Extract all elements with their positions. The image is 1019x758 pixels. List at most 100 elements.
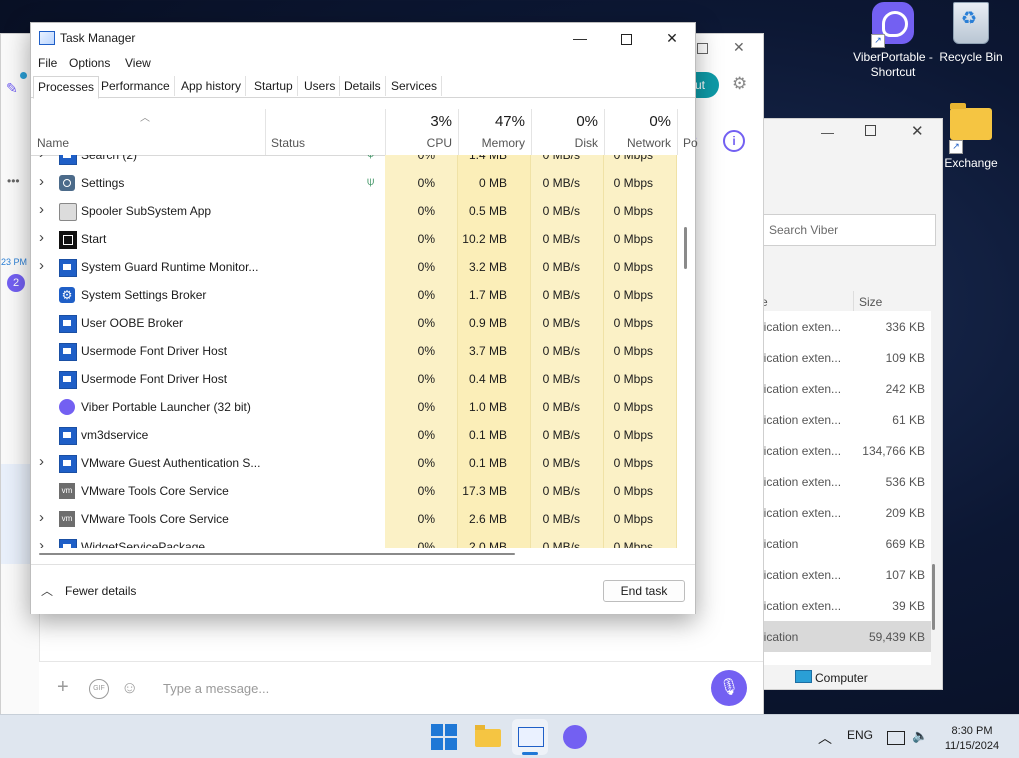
- menu-options[interactable]: Options: [69, 56, 110, 70]
- message-input[interactable]: Type a message...: [163, 681, 269, 696]
- chevron-right-icon[interactable]: ›: [39, 537, 44, 548]
- chevron-right-icon[interactable]: ›: [39, 509, 44, 526]
- tab-users[interactable]: Users: [300, 76, 341, 96]
- table-row[interactable]: ⚙ System Settings Broker 0% 1.7 MB 0 MB/s 0 M…: [31, 281, 677, 309]
- clock[interactable]: 8:30 PM 11/15/2024: [936, 724, 1008, 754]
- desktop-icon-recycle-bin[interactable]: Recycle Bin: [931, 2, 1011, 65]
- table-row[interactable]: › Spooler SubSystem App 0% 0.5 MB 0 MB/s 0 Mb…: [31, 197, 677, 225]
- column-header-disk[interactable]: 0% Disk: [531, 109, 605, 155]
- list-item[interactable]: lication exten... 61 KB: [761, 404, 931, 435]
- menu-file[interactable]: File: [38, 56, 57, 70]
- table-row[interactable]: vm3dservice 0% 0.1 MB 0 MB/s 0 Mbps: [31, 421, 677, 449]
- list-item[interactable]: lication exten... 107 KB: [761, 559, 931, 590]
- maximize-icon[interactable]: [865, 125, 876, 136]
- column-header-cpu[interactable]: 3% CPU: [385, 109, 459, 155]
- column-header-memory[interactable]: 47% Memory: [458, 109, 532, 155]
- desktop-icon-viber-shortcut[interactable]: ↗ ViberPortable - Shortcut: [853, 2, 933, 80]
- list-item[interactable]: lication exten... 336 KB: [761, 311, 931, 342]
- cell-disk: 0 MB/s: [542, 456, 580, 470]
- close-icon[interactable]: ✕: [733, 39, 745, 56]
- desktop-icon-exchange[interactable]: ↗ Exchange: [931, 100, 1011, 171]
- close-button[interactable]: ✕: [649, 23, 695, 53]
- column-header-power[interactable]: Po: [677, 109, 698, 155]
- language-indicator[interactable]: ENG: [847, 728, 873, 742]
- microphone-button[interactable]: 🎙: [711, 670, 747, 706]
- chevron-right-icon[interactable]: ›: [39, 257, 44, 274]
- scroll-thumb[interactable]: [684, 227, 687, 269]
- fewer-details-link[interactable]: Fewer details: [65, 584, 136, 598]
- tab-startup[interactable]: Startup: [250, 76, 298, 96]
- info-icon[interactable]: i: [723, 130, 745, 152]
- vertical-scrollbar[interactable]: [677, 155, 695, 548]
- cell-mem: 0.9 MB: [468, 316, 507, 330]
- list-item[interactable]: lication exten... 134,766 KB: [761, 435, 931, 466]
- tab-details[interactable]: Details: [340, 76, 386, 96]
- compose-icon[interactable]: ✎: [6, 80, 22, 96]
- list-item[interactable]: lication exten... 536 KB: [761, 466, 931, 497]
- list-item[interactable]: lication exten... 39 KB: [761, 590, 931, 621]
- list-item-selected[interactable]: lication 59,439 KB: [761, 621, 931, 652]
- column-header-status[interactable]: Status: [265, 109, 386, 155]
- column-header-size[interactable]: Size: [859, 295, 882, 309]
- nav-item-computer[interactable]: Computer: [815, 671, 868, 685]
- table-row[interactable]: › vm VMware Tools Core Service 0% 2.6 MB 0 MB…: [31, 505, 677, 533]
- column-header-network[interactable]: 0% Network: [604, 109, 678, 155]
- chevron-right-icon[interactable]: ›: [39, 173, 44, 190]
- table-row[interactable]: › WidgetServicePackage 0% 2.0 MB 0 MB/s 0 Mbp…: [31, 533, 677, 548]
- list-item[interactable]: lication exten... 209 KB: [761, 497, 931, 528]
- chevron-right-icon[interactable]: ›: [39, 201, 44, 218]
- chevron-up-icon[interactable]: ︿: [818, 728, 832, 748]
- chevron-right-icon[interactable]: ›: [39, 229, 44, 246]
- tab-processes[interactable]: Processes: [33, 76, 100, 99]
- add-icon[interactable]: +: [57, 676, 69, 699]
- list-item[interactable]: lication 669 KB: [761, 528, 931, 559]
- gif-icon[interactable]: GIF: [89, 679, 109, 699]
- restore-icon[interactable]: [697, 43, 708, 54]
- cell-mem: 1.7 MB: [468, 288, 507, 302]
- minimize-button[interactable]: —: [557, 23, 603, 53]
- table-row[interactable]: › System Guard Runtime Monitor... 0% 3.2 MB…: [31, 253, 677, 281]
- table-row[interactable]: › Search (2) ⍦ 0% 1.4 MB 0 MB/s 0 Mbps: [31, 155, 677, 169]
- chevron-right-icon[interactable]: ›: [39, 453, 44, 470]
- close-icon[interactable]: ✕: [911, 122, 924, 140]
- table-row[interactable]: vm VMware Tools Core Service 0% 17.3 MB 0 MB…: [31, 477, 677, 505]
- sticker-icon[interactable]: ☺: [121, 678, 138, 698]
- windows-start-icon[interactable]: [430, 723, 458, 751]
- list-item[interactable]: lication exten... 109 KB: [761, 342, 931, 373]
- tab-performance[interactable]: Performance: [97, 76, 175, 96]
- chevron-right-icon[interactable]: ›: [39, 155, 44, 162]
- scroll-thumb[interactable]: [39, 553, 515, 555]
- table-row[interactable]: Viber Portable Launcher (32 bit) 0% 1.0 MB…: [31, 393, 677, 421]
- maximize-button[interactable]: [603, 23, 649, 53]
- tab-app-history[interactable]: App history: [177, 76, 247, 96]
- cell-disk: 0 MB/s: [542, 204, 580, 218]
- horizontal-scrollbar[interactable]: [31, 548, 677, 560]
- minimize-icon[interactable]: —: [821, 125, 834, 140]
- process-name: Spooler SubSystem App: [81, 204, 212, 218]
- viber-taskbar-icon[interactable]: [561, 723, 589, 751]
- task-manager-window[interactable]: Task Manager — ✕ File Options View Proce…: [30, 22, 698, 614]
- table-row[interactable]: Usermode Font Driver Host 0% 0.4 MB 0 MB/s 0…: [31, 365, 677, 393]
- tab-services[interactable]: Services: [387, 76, 443, 96]
- table-row[interactable]: › Settings ⍦ 0% 0 MB 0 MB/s 0 Mbps: [31, 169, 677, 197]
- end-task-button[interactable]: End task: [603, 580, 685, 602]
- list-item[interactable]: lication exten... 242 KB: [761, 373, 931, 404]
- table-row[interactable]: User OOBE Broker 0% 0.9 MB 0 MB/s 0 Mbps: [31, 309, 677, 337]
- menu-view[interactable]: View: [125, 56, 151, 70]
- title-bar[interactable]: Task Manager — ✕: [31, 23, 695, 53]
- gear-icon[interactable]: ⚙: [732, 74, 747, 94]
- cell-cpu: 0%: [417, 456, 435, 470]
- table-row[interactable]: › Start 0% 10.2 MB 0 MB/s 0 Mbps: [31, 225, 677, 253]
- table-row[interactable]: Usermode Font Driver Host 0% 3.7 MB 0 MB/s 0…: [31, 337, 677, 365]
- network-icon[interactable]: [887, 731, 905, 745]
- task-manager-taskbar-icon[interactable]: [512, 719, 548, 755]
- file-explorer-icon[interactable]: [474, 723, 502, 751]
- volume-icon[interactable]: 🔈: [912, 728, 928, 744]
- more-icon[interactable]: •••: [7, 174, 20, 188]
- chevron-up-icon[interactable]: ︿: [41, 582, 53, 599]
- table-row[interactable]: › VMware Guest Authentication S... 0% 0.1 M…: [31, 449, 677, 477]
- search-input[interactable]: Search Viber: [762, 214, 936, 246]
- column-header-name[interactable]: ︿ Name: [31, 109, 266, 155]
- scrollbar[interactable]: [932, 564, 935, 630]
- explorer-window[interactable]: — ✕ Search Viber e Size lication exten..…: [761, 118, 943, 690]
